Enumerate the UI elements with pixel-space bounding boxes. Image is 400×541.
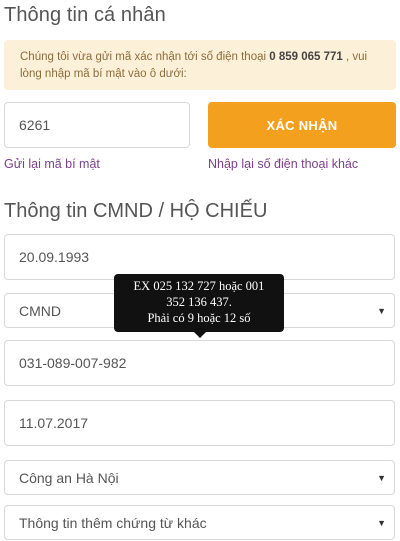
otp-value: 6261 (19, 117, 51, 133)
tooltip-arrow (194, 332, 206, 338)
issue-date-input[interactable]: 11.07.2017 (4, 400, 395, 446)
id-format-tooltip: EX 025 132 727 hoặc 001 352 136 437. Phả… (114, 274, 284, 338)
issue-date-value: 11.07.2017 (19, 415, 89, 431)
reenter-phone-link[interactable]: Nhập lại số điện thoại khác (208, 157, 358, 171)
caret-down-icon: ▼ (377, 472, 386, 483)
other-docs-value: Thông tin thêm chứng từ khác (19, 514, 207, 531)
otp-input[interactable]: 6261 (4, 102, 190, 148)
verification-notice: Chúng tôi vừa gửi mã xác nhận tới số điệ… (4, 40, 396, 90)
tooltip-line-3: Phải có 9 hoặc 12 số (147, 311, 251, 325)
dob-value: 20.09.1993 (19, 249, 90, 265)
notice-phone: 0 859 065 771 (269, 51, 343, 63)
tooltip-line-1: EX 025 132 727 hoặc 001 (133, 279, 265, 293)
notice-text: Chúng tôi vừa gửi mã xác nhận tới số điệ… (20, 51, 270, 63)
caret-down-icon: ▼ (377, 517, 386, 528)
id-info-title: Thông tin CMND / HỘ CHIẾU (4, 200, 268, 222)
doc-type-value: CMND (19, 302, 61, 319)
other-docs-select[interactable]: Thông tin thêm chứng từ khác ▼ (4, 505, 395, 540)
caret-down-icon: ▼ (377, 305, 386, 316)
personal-info-title: Thông tin cá nhân (4, 4, 166, 26)
id-number-input[interactable]: 031-089-007-982 (4, 340, 395, 386)
id-number-value: 031-089-007-982 (19, 355, 127, 371)
confirm-button[interactable]: XÁC NHẬN (208, 102, 396, 148)
issuer-select[interactable]: Công an Hà Nội ▼ (4, 460, 395, 495)
resend-code-link[interactable]: Gửi lại mã bí mật (4, 157, 100, 171)
tooltip-line-2: 352 136 437. (166, 295, 232, 309)
issuer-value: Công an Hà Nội (19, 469, 119, 486)
